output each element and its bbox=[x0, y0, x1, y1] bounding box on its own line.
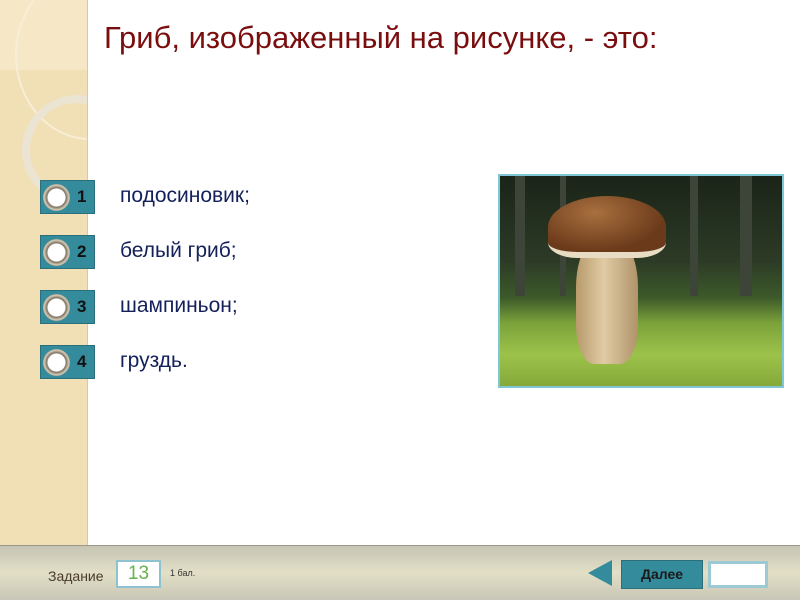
task-label: Задание bbox=[48, 568, 104, 584]
radio-icon bbox=[43, 184, 70, 211]
task-score: 1 бал. bbox=[170, 568, 196, 578]
option-1-label[interactable]: подосиновик; bbox=[120, 184, 250, 208]
back-arrow-icon[interactable] bbox=[588, 560, 612, 586]
option-1-radio[interactable]: 1 bbox=[40, 180, 95, 214]
radio-icon bbox=[43, 349, 70, 376]
option-number: 1 bbox=[77, 187, 87, 206]
option-number: 3 bbox=[77, 297, 87, 316]
mushroom-cap bbox=[548, 196, 666, 258]
option-3-label[interactable]: шампиньон; bbox=[120, 294, 238, 318]
option-4-label[interactable]: груздь. bbox=[120, 349, 188, 373]
footer-bar: Задание 13 1 бал. Далее bbox=[0, 545, 800, 600]
next-button[interactable]: Далее bbox=[621, 560, 703, 589]
option-number: 4 bbox=[77, 352, 87, 371]
mushroom-photo bbox=[498, 174, 784, 388]
radio-icon bbox=[43, 294, 70, 321]
option-2-radio[interactable]: 2 bbox=[40, 235, 95, 269]
question-title: Гриб, изображенный на рисунке, - это: bbox=[104, 20, 658, 55]
radio-icon bbox=[43, 239, 70, 266]
option-2-label[interactable]: белый гриб; bbox=[120, 239, 237, 263]
answer-status-box bbox=[708, 561, 768, 588]
option-number: 2 bbox=[77, 242, 87, 261]
option-4-radio[interactable]: 4 bbox=[40, 345, 95, 379]
task-number: 13 bbox=[116, 560, 161, 588]
decorative-sidebar bbox=[0, 0, 88, 545]
option-3-radio[interactable]: 3 bbox=[40, 290, 95, 324]
